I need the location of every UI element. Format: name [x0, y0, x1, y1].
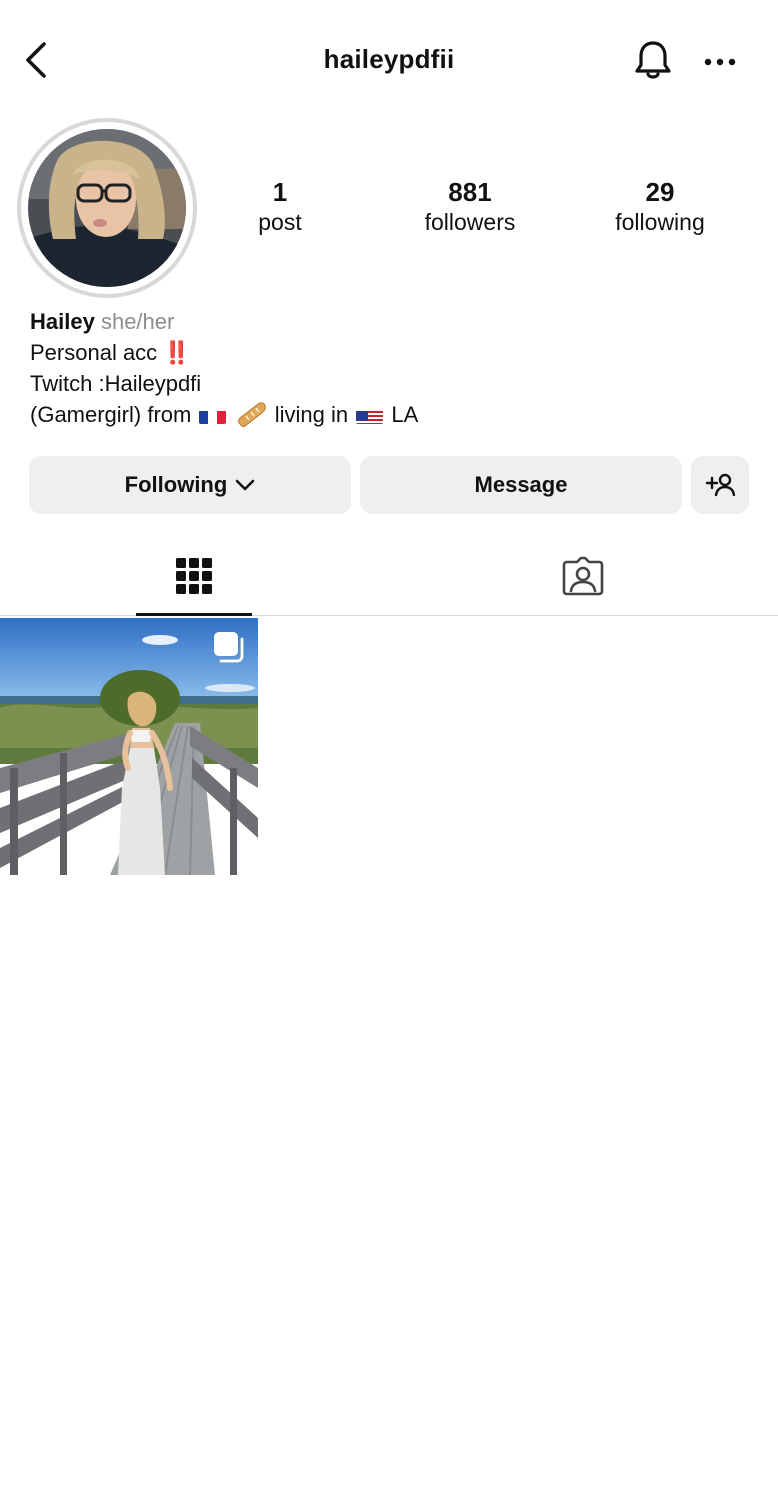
tab-tagged[interactable]	[525, 536, 641, 616]
usa-flag-icon	[356, 406, 384, 424]
grid-icon	[176, 558, 212, 594]
followers-count-value: 881	[448, 177, 492, 207]
add-person-icon	[705, 473, 735, 497]
multiple-photos-icon	[214, 632, 244, 663]
avatar-image	[28, 129, 186, 287]
following-count-label: following	[615, 209, 705, 235]
followers-count[interactable]: 881 followers	[400, 176, 540, 236]
more-horizontal-icon	[704, 58, 736, 66]
bio-line-2: Twitch :Haileypdfi	[30, 371, 202, 396]
bio-line-3-part-1: (Gamergirl) from	[30, 402, 192, 427]
message-button[interactable]: Message	[360, 456, 682, 514]
following-button-label: Following	[124, 472, 228, 497]
following-count[interactable]: 29 following	[590, 176, 730, 236]
followers-count-label: followers	[424, 209, 516, 235]
bio-line-1-text: Personal acc	[30, 340, 158, 365]
france-flag-icon	[199, 406, 227, 424]
pronouns: she/her	[100, 309, 175, 334]
message-button-label: Message	[474, 472, 568, 497]
display-name: Hailey	[30, 309, 95, 334]
more-options-button[interactable]	[700, 44, 740, 80]
profile-avatar[interactable]	[17, 118, 197, 298]
following-count-value: 29	[645, 177, 675, 207]
notifications-button[interactable]	[632, 38, 674, 82]
bio-line-3-part-2: living in	[274, 402, 349, 427]
posts-count-label: post	[258, 209, 302, 235]
tab-posts-grid[interactable]	[136, 536, 252, 616]
tagged-icon	[562, 556, 604, 596]
chevron-down-icon	[235, 479, 255, 491]
suggested-users-button[interactable]	[691, 456, 749, 514]
bio-line-3: (Gamergirl) from living in LA	[30, 399, 750, 430]
following-button[interactable]: Following	[29, 456, 351, 514]
posts-count: 1 post	[230, 176, 330, 236]
bio-line-1: Personal acc ‼️	[30, 337, 750, 368]
top-bar: haileypdfii	[0, 0, 778, 120]
posts-count-value: 1	[272, 177, 288, 207]
bio-name-line: Hailey she/her	[30, 306, 750, 337]
bell-icon	[635, 41, 671, 79]
post-thumbnail[interactable]	[0, 618, 258, 875]
profile-bio: Hailey she/her Personal acc ‼️ Twitch :H…	[30, 306, 750, 430]
active-tab-indicator	[136, 613, 252, 616]
bio-line-3-part-3: LA	[391, 402, 419, 427]
baguette-icon	[236, 400, 268, 428]
profile-tabs	[0, 536, 778, 616]
double-exclamation-emoji: ‼️	[163, 340, 190, 365]
